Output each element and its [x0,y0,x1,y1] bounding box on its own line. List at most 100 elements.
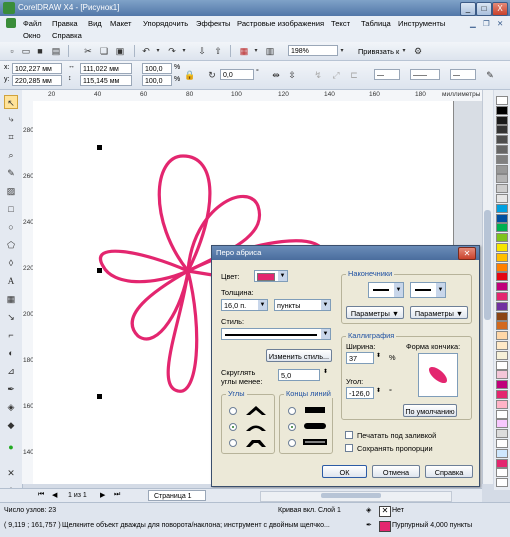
export-icon[interactable]: ⇧ [212,45,224,57]
snap-to-button[interactable]: Привязать к [358,47,399,56]
next-page-icon[interactable]: ▶ [100,491,105,499]
palette-swatch[interactable] [496,419,508,429]
basic-shapes-icon[interactable]: ◊ [4,256,18,270]
ok-button[interactable]: ОК [322,465,367,478]
convert-curve-icon[interactable]: ↯ [312,69,324,81]
scroll-thumb[interactable] [321,493,381,498]
interactive-fill-icon[interactable]: ◆ [4,418,18,432]
application-launcher-icon[interactable]: ▦ [238,45,250,57]
angle-field[interactable]: 0,0 [220,69,254,80]
help-button[interactable]: Справка [425,465,473,478]
rectangle-tool-icon[interactable]: □ [4,202,18,216]
spinner-icon[interactable]: ⬍ [376,387,381,394]
open-icon[interactable]: ▭ [20,45,32,57]
menu-table[interactable]: Таблица [361,19,391,28]
palette-swatch[interactable] [496,184,508,194]
dialog-close-button[interactable]: ✕ [458,247,476,260]
pick-tool-icon[interactable]: ↖ [4,95,18,109]
corner-round-radio[interactable] [229,423,237,431]
nib-angle-field[interactable]: -126,0 [346,387,374,399]
doc-close-icon[interactable]: ✕ [497,19,503,28]
thickness-select[interactable]: 16,0 п. ▼ [221,299,268,311]
palette-swatch[interactable] [496,370,508,380]
units-select[interactable]: пункты ▼ [274,299,331,311]
menu-help[interactable]: Справка [52,31,82,40]
menu-layout[interactable]: Макет [110,19,132,28]
palette-swatch[interactable] [496,125,508,135]
line-style-select[interactable]: ▼ [221,328,331,340]
palette-swatch[interactable] [496,164,508,174]
palette-swatch[interactable] [496,243,508,252]
new-icon[interactable]: ▫ [6,45,18,57]
import-icon[interactable]: ⇩ [196,45,208,57]
menu-file[interactable]: Файл [23,19,42,28]
cap-butt-radio[interactable] [288,407,296,415]
scale-with-image-checkbox[interactable] [345,444,353,452]
color-picker[interactable]: ▼ [254,270,288,282]
vertical-scrollbar[interactable] [482,90,493,484]
palette-swatch[interactable] [496,145,508,154]
palette-swatch[interactable] [496,321,508,331]
start-arrow-options-button[interactable]: Параметры ▼ [346,306,404,319]
palette-swatch[interactable] [496,135,508,145]
selection-handle[interactable] [97,268,102,273]
end-arrow-select[interactable]: — [450,69,476,80]
fill-tool-icon[interactable]: ◈ [4,400,18,414]
palette-swatch[interactable] [496,360,508,370]
close-button[interactable]: X [492,2,508,16]
end-arrow-options-button[interactable]: Параметры ▼ [410,306,468,319]
last-page-icon[interactable]: ⏭ [114,491,120,499]
copy-icon[interactable]: ❏ [98,45,110,57]
doc-restore-icon[interactable]: ❐ [483,19,490,28]
palette-swatch[interactable] [496,292,508,301]
text-tool-icon[interactable]: A [4,274,18,288]
blend-tool-icon[interactable]: ◐ [4,346,18,360]
horizontal-scrollbar[interactable] [260,491,452,502]
palette-swatch[interactable] [496,233,508,243]
palette-swatch[interactable] [496,311,508,321]
palette-swatch[interactable] [496,390,508,399]
nib-shape-preview[interactable] [418,353,458,397]
options-icon[interactable]: ⚙ [412,45,424,57]
print-icon[interactable]: ▤ [50,45,62,57]
x-position-field[interactable]: 102,227 мм [12,63,62,74]
height-field[interactable]: 115,145 мм [80,75,132,86]
palette-swatch[interactable] [496,213,508,223]
palette-swatch[interactable] [496,252,508,262]
palette-swatch[interactable] [496,409,508,419]
palette-swatch[interactable] [496,468,508,478]
corner-bevel-radio[interactable] [229,439,237,447]
corner-miter-radio[interactable] [229,407,237,415]
welcome-screen-icon[interactable]: ▥ [264,45,276,57]
palette-swatch[interactable] [496,399,508,409]
menu-window[interactable]: Окно [23,31,41,40]
palette-swatch[interactable] [496,223,508,233]
prev-page-icon[interactable]: ◀ [52,491,57,499]
start-arrow-select[interactable]: — [374,69,400,80]
maximize-button[interactable]: □ [476,2,492,16]
outline-pen-icon[interactable]: ✎ [484,69,496,81]
cancel-button[interactable]: Отмена [372,465,420,478]
first-page-icon[interactable]: ⏮ [38,491,44,499]
palette-swatch[interactable] [496,429,508,439]
mirror-vertical-icon[interactable]: ⇳ [286,69,298,81]
menu-text[interactable]: Текст [331,19,350,28]
selection-handle[interactable] [97,394,102,399]
palette-swatch[interactable] [496,115,508,125]
smart-fill-icon[interactable]: ▨ [4,184,18,198]
table-tool-icon[interactable]: ▦ [4,292,18,306]
cut-icon[interactable]: ✂ [82,45,94,57]
ellipse-tool-icon[interactable]: ○ [4,220,18,234]
y-position-field[interactable]: 220,285 мм [12,75,62,86]
color-palette-icon[interactable]: ● [4,440,18,454]
doc-minimize-icon[interactable]: ▁ [470,19,476,28]
menu-bitmaps[interactable]: Растровые изображения [237,19,324,28]
palette-swatch[interactable] [496,331,508,341]
palette-swatch[interactable] [496,448,508,458]
palette-swatch[interactable] [496,272,508,282]
outline-style-select[interactable]: —— [410,69,440,80]
redo-dropdown-icon[interactable]: ▾ [178,45,190,57]
minimize-button[interactable]: _ [460,2,476,16]
zoom-level-select[interactable]: 198% [288,45,338,56]
extend-curve-icon[interactable]: ⊏ [348,69,360,81]
